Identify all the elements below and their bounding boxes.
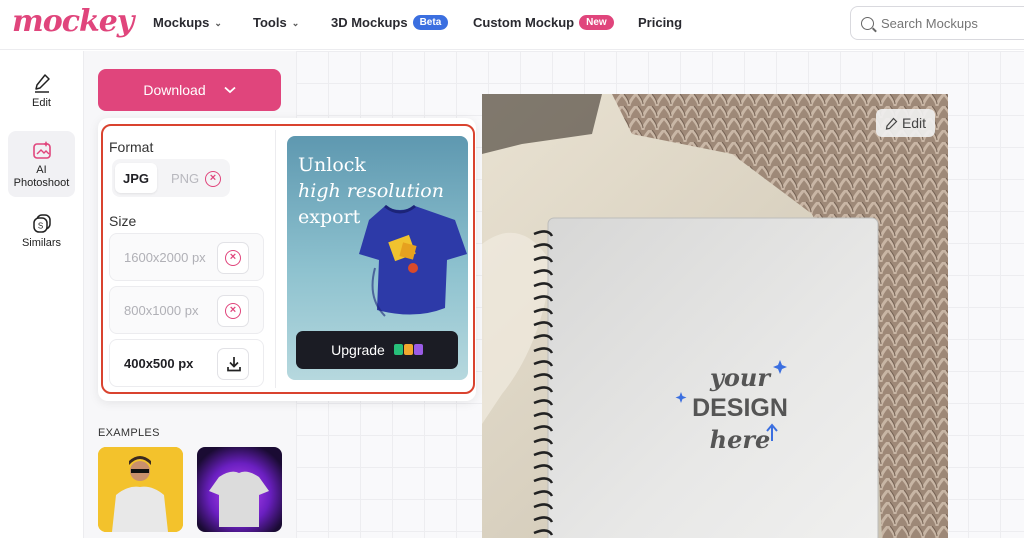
nav-pricing-label: Pricing bbox=[638, 15, 683, 30]
search-icon bbox=[861, 16, 874, 30]
rail-similars[interactable]: S Similars bbox=[8, 212, 75, 260]
nav-mockups[interactable]: Mockups ⌄ bbox=[153, 15, 222, 30]
nav-3d-mockups-label: 3D Mockups bbox=[331, 15, 408, 30]
size-locked-button[interactable]: × bbox=[217, 295, 249, 327]
unavailable-icon: × bbox=[205, 171, 221, 187]
premium-gems-icon bbox=[393, 342, 423, 358]
size-option-label: 400x500 px bbox=[124, 356, 194, 371]
search-input[interactable] bbox=[881, 15, 1024, 31]
upgrade-button[interactable]: Upgrade bbox=[296, 331, 458, 369]
mockup-preview[interactable]: your DESIGN here bbox=[482, 94, 948, 538]
size-label: Size bbox=[109, 213, 137, 229]
mockup-text-your: your bbox=[709, 363, 772, 392]
format-png-option[interactable]: PNG bbox=[171, 171, 199, 186]
mockup-image: your DESIGN here bbox=[482, 94, 948, 538]
size-locked-button[interactable]: × bbox=[217, 242, 249, 274]
nav-mockups-label: Mockups bbox=[153, 15, 210, 30]
download-button-label: Download bbox=[143, 82, 206, 98]
canvas-edit-label: Edit bbox=[901, 115, 927, 131]
nav-custom-mockup[interactable]: Custom Mockup New bbox=[473, 15, 614, 30]
new-badge: New bbox=[579, 15, 614, 30]
nav-custom-mockup-label: Custom Mockup bbox=[473, 15, 575, 30]
nav-3d-mockups[interactable]: 3D Mockups Beta bbox=[331, 15, 449, 30]
mockey-logo[interactable]: mockey bbox=[12, 4, 134, 39]
rail-ai-photoshoot-label: AI Photoshoot bbox=[13, 164, 70, 189]
rail-similars-label: Similars bbox=[21, 237, 62, 249]
chevron-down-icon bbox=[224, 86, 236, 94]
svg-text:S: S bbox=[37, 222, 42, 231]
download-icon bbox=[227, 357, 241, 372]
upgrade-promo-card[interactable]: Unlock high resolution export Upgrade bbox=[287, 136, 468, 380]
example-image bbox=[98, 447, 183, 532]
search-box[interactable] bbox=[850, 6, 1024, 40]
chevron-down-icon: ⌄ bbox=[291, 18, 300, 28]
chevron-down-icon: ⌄ bbox=[214, 18, 222, 28]
size-download-button[interactable] bbox=[217, 348, 249, 380]
promo-line1: Unlock bbox=[298, 154, 366, 176]
size-option-label: 1600x2000 px bbox=[124, 250, 206, 265]
size-option-400x500[interactable]: 400x500 px bbox=[109, 339, 264, 387]
mockup-text-here: here bbox=[710, 425, 771, 454]
pencil-icon bbox=[885, 117, 898, 130]
download-button[interactable]: Download bbox=[98, 69, 281, 111]
tshirt-illustration bbox=[359, 204, 467, 317]
size-option-label: 800x1000 px bbox=[124, 303, 199, 318]
rail-edit[interactable]: Edit bbox=[8, 72, 75, 122]
unavailable-icon: × bbox=[225, 250, 241, 266]
photoshoot-icon bbox=[32, 141, 51, 159]
upgrade-button-label: Upgrade bbox=[331, 342, 385, 358]
canvas-edit-button[interactable]: Edit bbox=[876, 109, 935, 137]
similars-icon: S bbox=[32, 214, 51, 233]
left-rail bbox=[0, 51, 84, 538]
beta-badge: Beta bbox=[412, 15, 449, 30]
size-option-1600x2000[interactable]: 1600x2000 px × bbox=[109, 233, 264, 281]
rail-ai-photoshoot[interactable]: AI Photoshoot bbox=[8, 131, 75, 197]
nav-tools[interactable]: Tools ⌄ bbox=[253, 15, 299, 30]
example-thumbnail[interactable] bbox=[197, 447, 282, 532]
nav-pricing[interactable]: Pricing bbox=[638, 15, 682, 30]
size-option-800x1000[interactable]: 800x1000 px × bbox=[109, 286, 264, 334]
rail-edit-label: Edit bbox=[32, 97, 51, 109]
format-jpg-option[interactable]: JPG bbox=[115, 163, 157, 193]
format-label: Format bbox=[109, 139, 154, 155]
example-image bbox=[197, 447, 282, 532]
mockup-text-design: DESIGN bbox=[692, 394, 788, 422]
divider bbox=[275, 130, 276, 388]
examples-label: EXAMPLES bbox=[98, 427, 160, 439]
pencil-icon bbox=[34, 74, 50, 93]
unavailable-icon: × bbox=[225, 303, 241, 319]
example-thumbnail[interactable] bbox=[98, 447, 183, 532]
nav-tools-label: Tools bbox=[253, 15, 287, 30]
top-nav: mockey Mockups ⌄ Tools ⌄ 3D Mockups Beta… bbox=[0, 0, 1024, 50]
